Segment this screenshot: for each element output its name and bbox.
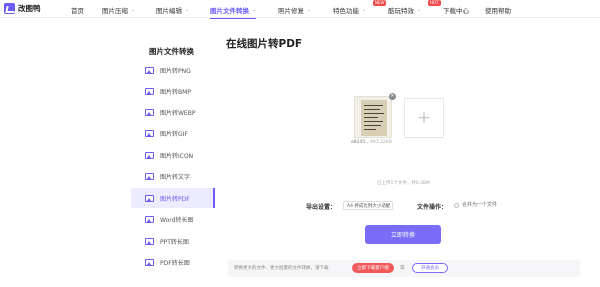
sidebar-item-image-to-gif[interactable]: 图片转GIF: [131, 123, 215, 143]
chevron-down-icon: ⌄: [252, 7, 257, 13]
uploaded-file-thumbnail[interactable]: [354, 96, 392, 138]
sidebar-item-image-to-png[interactable]: 图片转PNG: [131, 60, 215, 80]
sidebar-item-pdf-to-long-image[interactable]: PDF转长图: [131, 252, 215, 272]
nav-item-image-compress[interactable]: 图片压缩 ⌄: [102, 4, 135, 16]
merge-file-label: 合并为一个文件: [462, 202, 498, 208]
nav-item-featured[interactable]: 特色功能 ⌄ NEW: [333, 0, 387, 16]
nav-item-image-file-convert[interactable]: 图片文件转换 ⌄: [210, 4, 257, 19]
image-icon: [145, 151, 154, 159]
nav-item-photo-repair[interactable]: 照片修复 ⌄: [278, 4, 311, 16]
image-icon: [145, 215, 154, 223]
document-preview-image: [361, 100, 387, 136]
chevron-down-icon: ⌄: [417, 7, 422, 13]
file-name: e8245...: [351, 140, 370, 145]
brand-name: 改图鸭: [18, 4, 41, 13]
sidebar-item-word-to-long-image[interactable]: Word转长图: [131, 209, 215, 229]
sidebar-title: 图片文件转换: [149, 47, 194, 56]
chevron-down-icon: ⌄: [185, 7, 190, 13]
upgrade-member-button[interactable]: 开通会员: [412, 263, 448, 273]
hot-badge: HOT: [428, 0, 441, 6]
sidebar-item-image-to-webp[interactable]: 图片转WEBP: [131, 102, 215, 122]
image-icon: [145, 108, 154, 116]
nav-item-cool-effects[interactable]: 酷玩特效 ⌄ HOT: [388, 0, 441, 16]
top-nav-bar: 改图鸭 首页 图片压缩 ⌄ 图片编辑 ⌄ 图片文件转换 ⌄ 照片修复 ⌄ 特色功能 ⌄ NE…: [0, 0, 600, 19]
file-size: 997.32KB: [370, 140, 392, 145]
sidebar-item-ppt-to-long-image[interactable]: PPT转长图: [131, 231, 215, 251]
image-icon: [145, 87, 154, 95]
nav-item-image-edit[interactable]: 图片编辑 ⌄: [156, 4, 189, 16]
download-client-button[interactable]: 立即下载客户端: [352, 263, 394, 273]
chevron-down-icon: ⌄: [131, 7, 136, 13]
sidebar-item-image-to-bmp[interactable]: 图片转BMP: [131, 81, 215, 101]
plus-icon: +: [416, 107, 432, 128]
chevron-down-icon: ▼: [385, 203, 389, 208]
add-file-button[interactable]: +: [404, 98, 444, 138]
image-icon: [145, 194, 154, 202]
upload-summary: 已上传1个文件，共0.38M: [377, 181, 430, 186]
sidebar: 图片文件转换 图片转PNG 图片转BMP 图片转WEBP 图片转GIF 图片转I…: [131, 40, 215, 280]
nav-item-help[interactable]: 使用帮助: [485, 4, 511, 16]
promo-text: 转换更大的文件、更大批量的文件转换，请下载: [234, 266, 329, 271]
file-ops-label: 文件操作：: [417, 204, 448, 211]
logo-icon: [4, 3, 15, 14]
image-icon: [145, 66, 154, 74]
new-badge: NEW: [373, 0, 387, 6]
client-promo-bar: 转换更大的文件、更大批量的文件转换，请下载 立即下载客户端 或 开通会员: [228, 260, 580, 277]
page-size-select[interactable]: A4 养成比例大小适配 ▼: [343, 201, 393, 210]
image-icon: [145, 172, 154, 180]
image-icon: [145, 258, 154, 266]
export-settings-label: 导出设置：: [306, 204, 337, 211]
sidebar-item-image-to-pdf[interactable]: 图片转PDF: [131, 188, 215, 208]
brand-logo[interactable]: 改图鸭: [4, 3, 56, 14]
chevron-down-icon: ⌄: [362, 7, 367, 13]
merge-file-radio[interactable]: [454, 203, 459, 208]
remove-file-icon[interactable]: ✕: [389, 93, 396, 100]
image-icon: [145, 237, 154, 245]
nav-item-home[interactable]: 首页: [71, 4, 84, 16]
chevron-down-icon: ⌄: [307, 7, 312, 13]
sidebar-item-image-to-text[interactable]: 图片转文字: [131, 166, 215, 186]
image-icon: [145, 129, 154, 137]
convert-button[interactable]: 立即转换: [365, 225, 441, 244]
sidebar-item-image-to-icon[interactable]: 图片转ICON: [131, 145, 215, 165]
page-title: 在线图片转PDF: [226, 38, 303, 50]
or-text: 或: [400, 266, 405, 271]
nav-item-download-center[interactable]: 下载中心: [443, 4, 469, 16]
